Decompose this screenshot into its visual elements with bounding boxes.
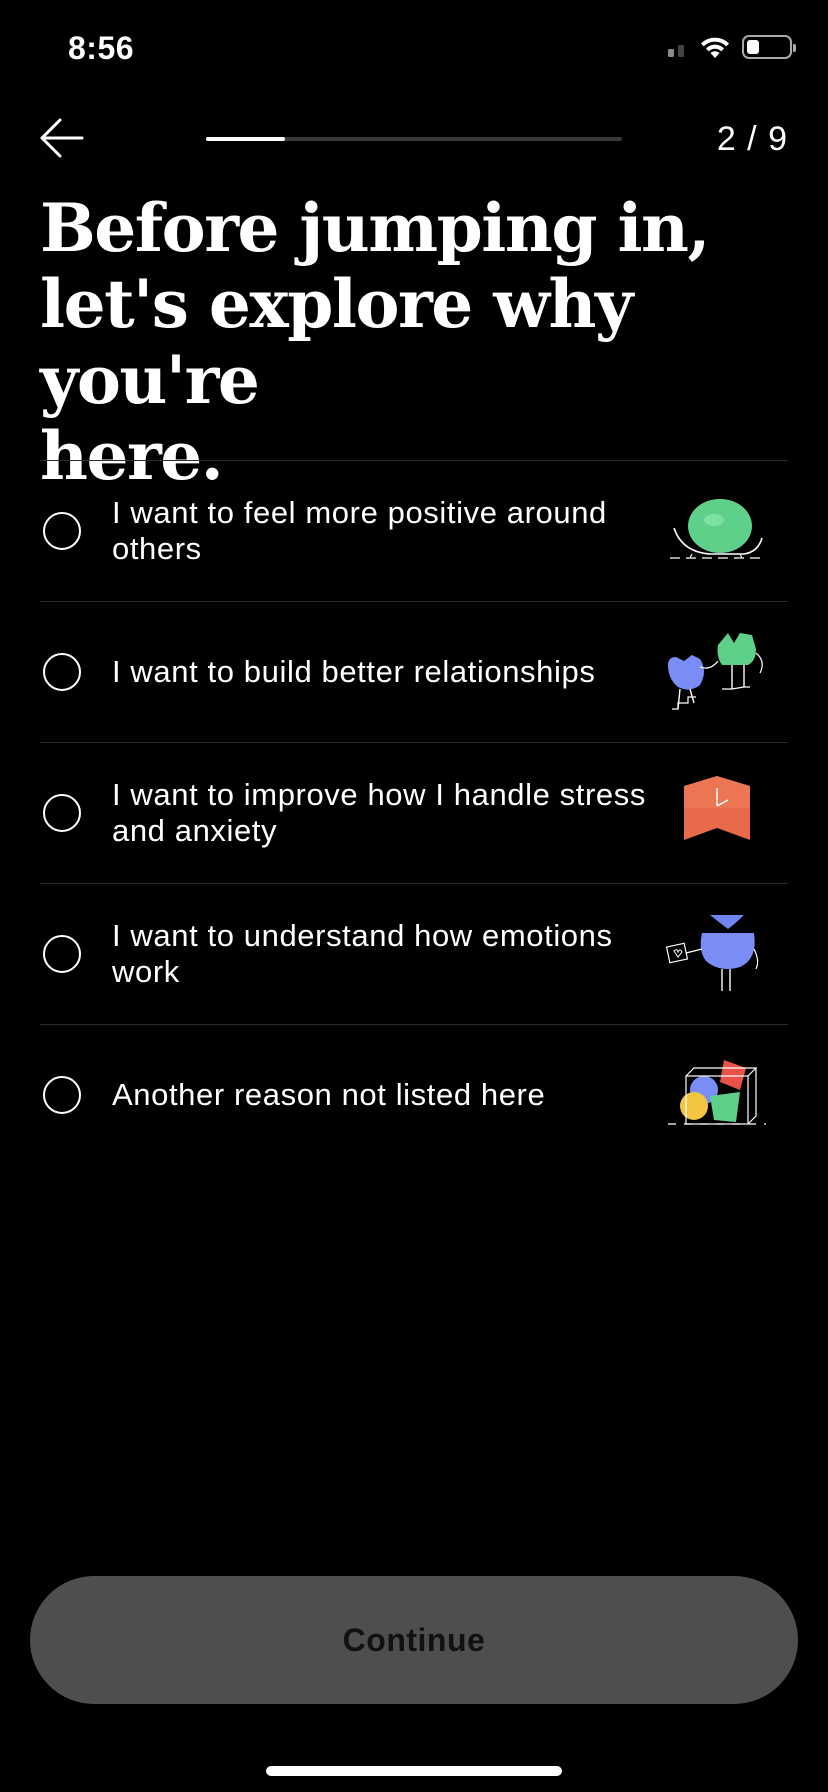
radio-button[interactable] — [43, 512, 81, 550]
option-better-relationships[interactable]: I want to build better relationships — [40, 601, 788, 742]
page-title: Before jumping in, let's explore why you'… — [40, 189, 711, 495]
option-label: I want to understand how emotions work — [112, 918, 613, 989]
option-label: Another reason not listed here — [112, 1077, 546, 1112]
option-stress-and-anxiety[interactable]: I want to improve how I handle stress an… — [40, 742, 788, 883]
status-bar: 8:56 — [0, 0, 828, 100]
radio-button[interactable] — [43, 1076, 81, 1114]
battery-icon — [742, 35, 796, 59]
cellular-signal-icon — [668, 45, 684, 57]
radio-button[interactable] — [43, 653, 81, 691]
radio-button[interactable] — [43, 794, 81, 832]
option-label: I want to feel more positive around othe… — [112, 495, 607, 566]
colorful-shapes-in-box-illustration — [668, 1060, 766, 1125]
continue-button[interactable]: Continue — [30, 1576, 798, 1704]
progress-bar — [206, 137, 622, 141]
progress-bar-fill — [206, 137, 286, 141]
two-characters-illustration — [668, 633, 763, 710]
wifi-icon — [701, 37, 729, 58]
status-icons — [666, 34, 796, 60]
reason-options-list: I want to feel more positive around othe… — [40, 460, 788, 1165]
arrow-left-icon — [40, 118, 84, 158]
option-label: I want to improve how I handle stress an… — [112, 777, 646, 848]
clock-ribbon-illustration — [684, 776, 750, 840]
blue-character-with-heart-sign-illustration — [665, 915, 759, 991]
option-another-reason[interactable]: Another reason not listed here — [40, 1024, 788, 1165]
option-understand-emotions[interactable]: I want to understand how emotions work — [40, 883, 788, 1024]
status-time: 8:56 — [68, 30, 135, 66]
option-positive-around-others[interactable]: I want to feel more positive around othe… — [40, 460, 788, 601]
back-button[interactable] — [36, 112, 88, 164]
step-counter: 2 / 9 — [716, 120, 788, 158]
green-blob-on-rocker-illustration — [670, 499, 766, 559]
radio-button[interactable] — [43, 935, 81, 973]
option-label: I want to build better relationships — [112, 654, 596, 689]
home-indicator — [266, 1766, 562, 1776]
